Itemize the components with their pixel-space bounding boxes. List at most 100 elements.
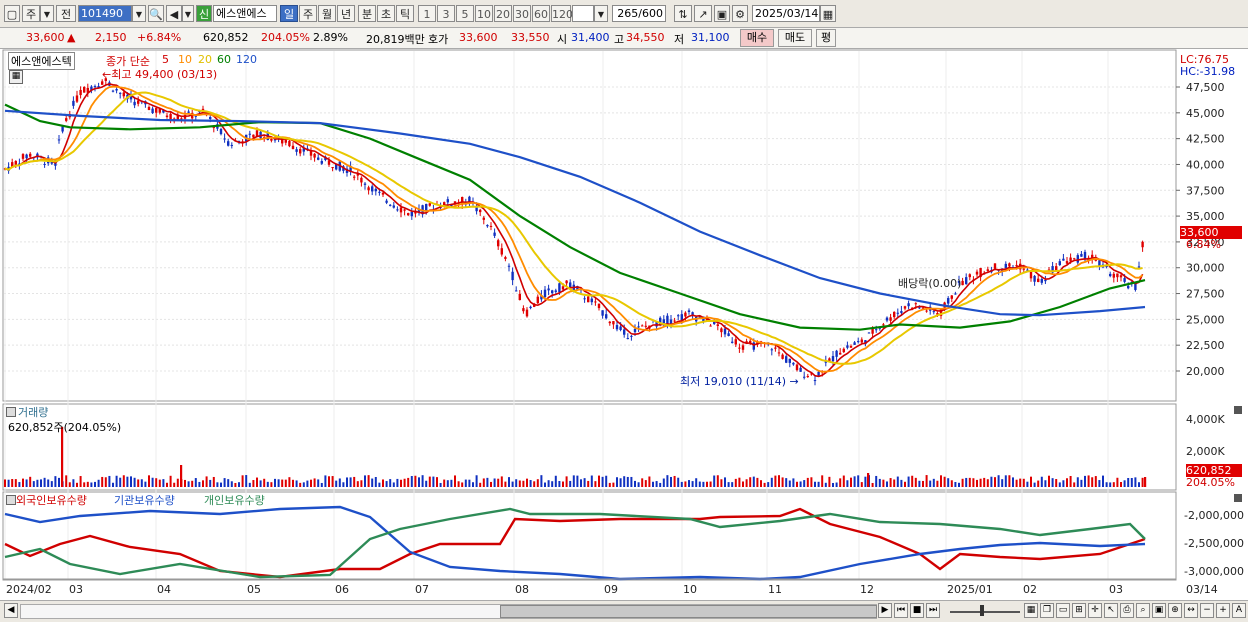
volume-bar — [500, 476, 503, 487]
code-input[interactable]: 101490 — [78, 5, 132, 22]
speaker-icon[interactable]: ◀ — [166, 5, 182, 22]
volume-toggle[interactable] — [6, 407, 16, 417]
rewind-icon[interactable]: ⏮ — [894, 603, 908, 618]
cursor-icon[interactable]: ↖ — [1104, 603, 1118, 618]
zoom-slider[interactable] — [950, 604, 1020, 616]
chart-svg[interactable]: 47,50045,00042,50040,00037,50035,00032,5… — [0, 49, 1248, 600]
price-panel[interactable] — [2, 49, 1177, 402]
volume-bar — [184, 479, 186, 487]
tab-week[interactable]: 주 — [299, 5, 317, 22]
date-input[interactable]: 2025/03/14 — [752, 5, 820, 22]
window-icon[interactable]: ▭ — [1056, 603, 1070, 618]
holder-toggle[interactable] — [6, 495, 16, 505]
volume-bar — [155, 478, 158, 487]
volume-bar — [778, 475, 780, 487]
table-icon[interactable]: ▦ — [9, 70, 23, 84]
layout-icon[interactable]: ▢ — [4, 5, 20, 22]
volume-bar — [572, 475, 575, 487]
interval-120[interactable]: 120 — [551, 5, 573, 22]
print-icon[interactable]: ⎙ — [1120, 603, 1134, 618]
volume-bar — [832, 482, 834, 487]
fast-forward-icon[interactable]: ⏭ — [926, 603, 940, 618]
low-price: 31,100 — [691, 31, 730, 44]
candle-body — [536, 296, 539, 304]
holder-panel[interactable] — [2, 491, 1177, 581]
volume-bar — [18, 482, 21, 487]
text-size-icon[interactable]: A — [1232, 603, 1246, 618]
interval-1[interactable]: 1 — [418, 5, 436, 22]
holder-close-icon[interactable] — [1234, 494, 1242, 502]
interval-3[interactable]: 3 — [437, 5, 455, 22]
tab-month[interactable]: 월 — [318, 5, 336, 22]
tab-tick[interactable]: 틱 — [396, 5, 414, 22]
gear-icon[interactable]: ⚙ — [732, 5, 748, 22]
sell-button[interactable]: 매도 — [778, 29, 812, 47]
interval-60[interactable]: 60 — [532, 5, 550, 22]
chart-add-icon[interactable]: ⇅ — [674, 5, 692, 22]
interval-dropdown-icon[interactable]: ▼ — [594, 5, 608, 22]
volume-bar — [122, 475, 125, 487]
volume-close-icon[interactable] — [1234, 406, 1242, 414]
chevron-down-icon[interactable]: ▼ — [40, 5, 54, 22]
period-select[interactable]: 전 — [56, 5, 76, 22]
price-change: 2,150 — [95, 31, 127, 44]
copy-icon[interactable]: ❐ — [1040, 603, 1054, 618]
scroll-right-icon[interactable]: ▶ — [878, 603, 892, 618]
interval-5[interactable]: 5 — [456, 5, 474, 22]
interval-30[interactable]: 30 — [513, 5, 531, 22]
interval-input[interactable] — [572, 5, 594, 22]
candle-body — [1065, 261, 1069, 264]
candle-body — [223, 138, 226, 140]
scroll-left-icon[interactable]: ◀ — [4, 603, 18, 618]
interval-20[interactable]: 20 — [494, 5, 512, 22]
candle-body — [795, 364, 799, 371]
buy-button[interactable]: 매수 — [740, 29, 774, 47]
candle-body — [147, 106, 151, 111]
crosshair-icon[interactable]: ✛ — [1088, 603, 1102, 618]
volume-bar — [659, 482, 662, 487]
price-tick-label: 27,500 — [1186, 288, 1225, 301]
candle-body — [835, 350, 838, 357]
zoom-icon[interactable]: ⌕ — [1136, 603, 1150, 618]
tab-day[interactable]: 일 — [280, 5, 298, 22]
volume-panel[interactable] — [2, 403, 1177, 491]
candle-body — [1073, 258, 1076, 260]
tab-year[interactable]: 년 — [337, 5, 355, 22]
pin-icon[interactable]: ⊕ — [1168, 603, 1182, 618]
x-tick-label: 08 — [515, 583, 529, 596]
calendar-icon[interactable]: ▦ — [820, 5, 836, 22]
candle-body — [993, 263, 997, 269]
tab-second[interactable]: 초 — [377, 5, 395, 22]
zoom-out-icon[interactable]: − — [1200, 603, 1214, 618]
candle-body — [785, 356, 788, 363]
image-icon[interactable]: ▣ — [1152, 603, 1166, 618]
speaker-dropdown-icon[interactable]: ▼ — [182, 5, 194, 22]
volume-bar — [47, 479, 50, 487]
bottom-scrollbar[interactable]: ◀ ▶ ⏮ ■ ⏭ ▦ ❐ ▭ ⊞ ✛ ↖ ⎙ ⌕ ▣ ⊕ ↔ − + A — [0, 600, 1248, 622]
grid-view-icon[interactable]: ▦ — [1024, 603, 1038, 618]
volume-bar — [1026, 481, 1029, 487]
draw-tool-icon[interactable]: ↗ — [694, 5, 712, 22]
count-input[interactable]: 265/600 — [612, 5, 666, 22]
volume-bar — [205, 476, 208, 487]
tab-minute[interactable]: 분 — [358, 5, 376, 22]
market-select[interactable]: 주 — [22, 5, 40, 22]
chart-area[interactable]: 47,500 45,000 42,500 40,000 37,500 35,000 32,5… — [0, 49, 1248, 600]
candle-body — [565, 280, 568, 284]
zoom-in-icon[interactable]: + — [1216, 603, 1230, 618]
candle-body — [954, 293, 957, 295]
stop-icon[interactable]: ■ — [910, 603, 924, 618]
save-icon[interactable]: ▣ — [714, 5, 730, 22]
eval-button[interactable]: 평 — [816, 29, 836, 47]
arrows-icon[interactable]: ↔ — [1184, 603, 1198, 618]
scroll-thumb[interactable] — [500, 605, 877, 618]
ma-legend-120: 120 — [236, 53, 257, 66]
search-icon[interactable]: 🔍 — [148, 5, 164, 22]
candle-body — [482, 217, 485, 220]
volume-bar — [1084, 475, 1086, 487]
split-icon[interactable]: ⊞ — [1072, 603, 1086, 618]
candle-body — [597, 303, 601, 309]
code-dropdown-icon[interactable]: ▼ — [132, 5, 146, 22]
interval-10[interactable]: 10 — [475, 5, 493, 22]
volume-bar — [522, 480, 525, 487]
